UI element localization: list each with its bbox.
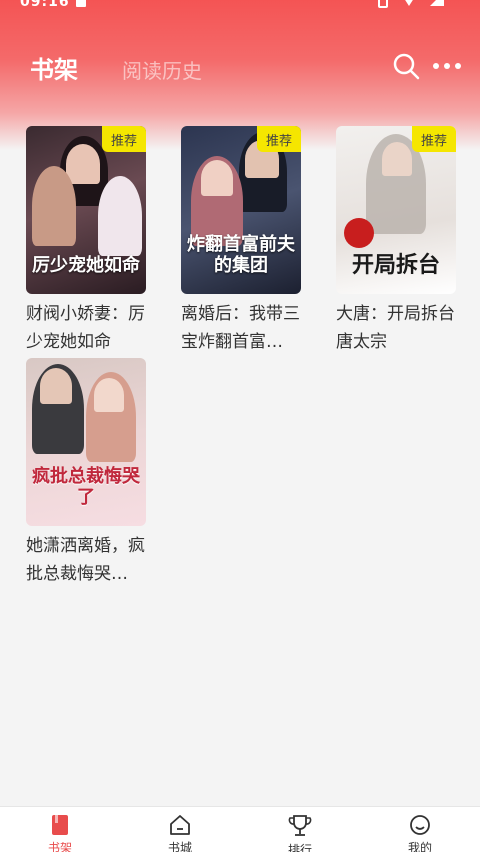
tab-reading-history[interactable]: 阅读历史 — [122, 55, 202, 84]
notification-icon — [76, 0, 86, 7]
nav-profile[interactable]: 我的 — [390, 813, 450, 852]
cover-text: 开局拆台 — [351, 252, 440, 278]
more-icon[interactable] — [432, 60, 462, 72]
book-title[interactable]: 大唐：开局拆台唐太宗 — [336, 300, 460, 356]
book-item[interactable]: 炸翻首富前夫的集团 推荐 离婚后：我带三宝炸翻首富… — [181, 126, 301, 356]
tab-bookshelf[interactable]: 书架 — [30, 50, 78, 85]
cover-text: 厉少宠她如命 — [32, 255, 140, 276]
book-cover[interactable]: 开局拆台 推荐 — [336, 126, 456, 294]
recommend-badge: 推荐 — [257, 126, 301, 152]
book-cover[interactable]: 厉少宠她如命 推荐 — [26, 126, 146, 294]
profile-icon — [410, 815, 430, 835]
signal-icon — [430, 0, 444, 6]
cover-text: 疯批总裁悔哭了 — [32, 466, 140, 508]
nav-store[interactable]: 书城 — [150, 813, 210, 852]
book-item[interactable]: 开局拆台 推荐 大唐：开局拆台唐太宗 — [336, 126, 456, 356]
search-icon[interactable] — [392, 52, 420, 80]
trophy-icon — [288, 815, 312, 836]
book-title[interactable]: 离婚后：我带三宝炸翻首富… — [181, 300, 305, 356]
recommend-badge: 推荐 — [102, 126, 146, 152]
recommend-badge: 推荐 — [412, 126, 456, 152]
nav-label: 排行 — [287, 843, 312, 852]
status-time: 09:16 — [20, 0, 70, 10]
nav-label: 书架 — [47, 841, 72, 852]
cover-text: 炸翻首富前夫的集团 — [187, 234, 295, 276]
book-cover[interactable]: 炸翻首富前夫的集团 推荐 — [181, 126, 301, 294]
book-item[interactable]: 疯批总裁悔哭了 她潇洒离婚，疯批总裁悔哭… — [26, 358, 146, 588]
vibrate-icon — [378, 0, 388, 8]
nav-label: 书城 — [167, 841, 192, 852]
store-icon — [170, 815, 190, 835]
book-title[interactable]: 财阀小娇妻：厉少宠她如命 — [26, 300, 150, 356]
status-bar: 09:16 — [0, 0, 480, 18]
nav-bookshelf[interactable]: 书架 — [30, 813, 90, 852]
nav-ranking[interactable]: 排行 — [270, 813, 330, 852]
book-item[interactable]: 厉少宠她如命 推荐 财阀小娇妻：厉少宠她如命 — [26, 126, 146, 356]
bottom-nav: 书架 书城 排行 我的 — [0, 806, 480, 852]
nav-label: 我的 — [407, 841, 432, 852]
wifi-icon — [400, 0, 418, 6]
book-title[interactable]: 她潇洒离婚，疯批总裁悔哭… — [26, 532, 150, 588]
book-cover[interactable]: 疯批总裁悔哭了 — [26, 358, 146, 526]
top-tabs: 书架 阅读历史 — [30, 50, 202, 85]
bookshelf-icon — [52, 815, 68, 835]
